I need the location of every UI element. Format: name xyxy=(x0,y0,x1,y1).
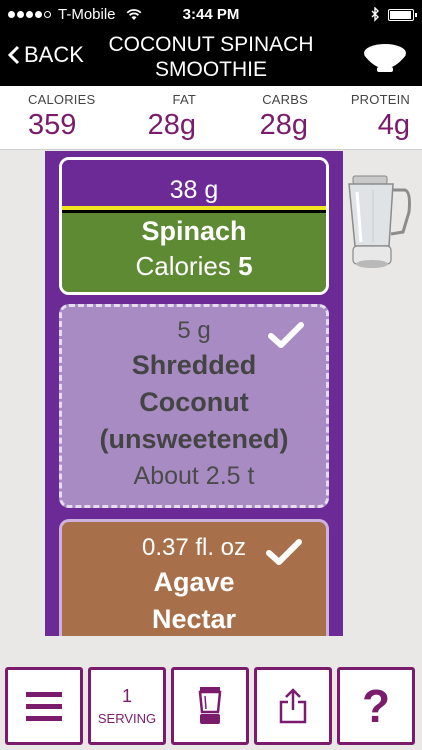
status-bar: T-Mobile 3:44 PM xyxy=(0,0,422,30)
carbs-label: CARBS xyxy=(262,92,308,107)
blender-icon xyxy=(348,175,411,268)
status-right xyxy=(371,7,417,22)
battery-icon xyxy=(388,8,417,21)
ingredient-card-coconut[interactable]: 5 g Shredded Coconut (unsweetened) About… xyxy=(59,304,329,508)
help-icon: ? xyxy=(361,680,391,732)
calories-value: 359 xyxy=(28,109,77,141)
bowl-icon xyxy=(364,44,406,72)
bottom-toolbar: 1 SERVING ? xyxy=(0,660,422,750)
fat-label: FAT xyxy=(172,92,196,107)
serving-button[interactable]: 1 SERVING xyxy=(88,667,166,745)
share-button[interactable] xyxy=(254,667,332,745)
hamburger-icon xyxy=(26,692,62,721)
checkmark-icon xyxy=(266,539,302,565)
ingredient-amount: 38 g xyxy=(62,160,326,213)
blender-image[interactable] xyxy=(343,172,415,277)
protein-value: 4g xyxy=(377,109,410,141)
chevron-left-icon xyxy=(8,45,20,65)
ingredient-name-line-2: Coconut xyxy=(139,387,249,417)
carbs-stat: CARBS 28g xyxy=(244,92,308,142)
serving-label: SERVING xyxy=(97,711,157,726)
protein-stat: PROTEIN 4g xyxy=(340,92,410,142)
protein-label: PROTEIN xyxy=(350,92,410,107)
blender-small-icon xyxy=(198,687,222,724)
ingredient-note: About 2.5 t xyxy=(133,462,255,490)
nav-bar: BACK COCONUT SPINACH SMOOTHIE xyxy=(0,30,422,86)
ingredient-card-spinach[interactable]: 38 g Spinach Calories 5 xyxy=(59,157,329,295)
blend-button[interactable] xyxy=(171,667,249,745)
ingredient-name: Agave Nectar xyxy=(62,564,326,636)
ingredient-name-line-3: (unsweetened) xyxy=(99,424,289,454)
page-title: COCONUT SPINACH SMOOTHIE xyxy=(96,32,326,82)
back-button[interactable]: BACK xyxy=(8,42,84,68)
calories-number: 5 xyxy=(238,251,253,281)
back-label: BACK xyxy=(24,42,84,67)
serving-count: 1 xyxy=(121,686,132,706)
calories-text: Calories xyxy=(135,251,231,281)
ingredient-name-line-1: Shredded xyxy=(131,350,257,380)
bluetooth-icon xyxy=(371,7,379,22)
status-time: 3:44 PM xyxy=(182,6,240,23)
checkmark-icon xyxy=(268,322,304,348)
ingredient-name-line-1: Agave xyxy=(153,567,235,597)
calories-stat: CALORIES 359 xyxy=(28,92,95,142)
ingredient-name: Spinach xyxy=(141,216,247,246)
title-line-1: COCONUT SPINACH xyxy=(108,33,314,56)
fat-stat: FAT 28g xyxy=(140,92,196,142)
ingredient-calories: Calories 5 xyxy=(62,251,326,282)
ingredient-list[interactable]: 38 g Spinach Calories 5 5 g Shredded Coc… xyxy=(45,151,343,636)
carbs-value: 28g xyxy=(259,109,308,141)
title-line-2: SMOOTHIE xyxy=(154,58,267,81)
fat-value: 28g xyxy=(147,109,196,141)
help-button[interactable]: ? xyxy=(337,667,415,745)
share-icon xyxy=(279,688,307,724)
nutrition-summary: CALORIES 359 FAT 28g CARBS 28g PROTEIN 4… xyxy=(0,86,422,150)
calories-label: CALORIES xyxy=(28,92,96,107)
ingredient-name: Shredded Coconut (unsweetened) xyxy=(62,347,326,458)
bowl-button[interactable] xyxy=(362,42,408,79)
menu-button[interactable] xyxy=(5,667,83,745)
ingredient-card-agave[interactable]: 0.37 fl. oz Agave Nectar xyxy=(59,519,329,636)
ingredient-name-line-2: Nectar xyxy=(151,604,237,634)
